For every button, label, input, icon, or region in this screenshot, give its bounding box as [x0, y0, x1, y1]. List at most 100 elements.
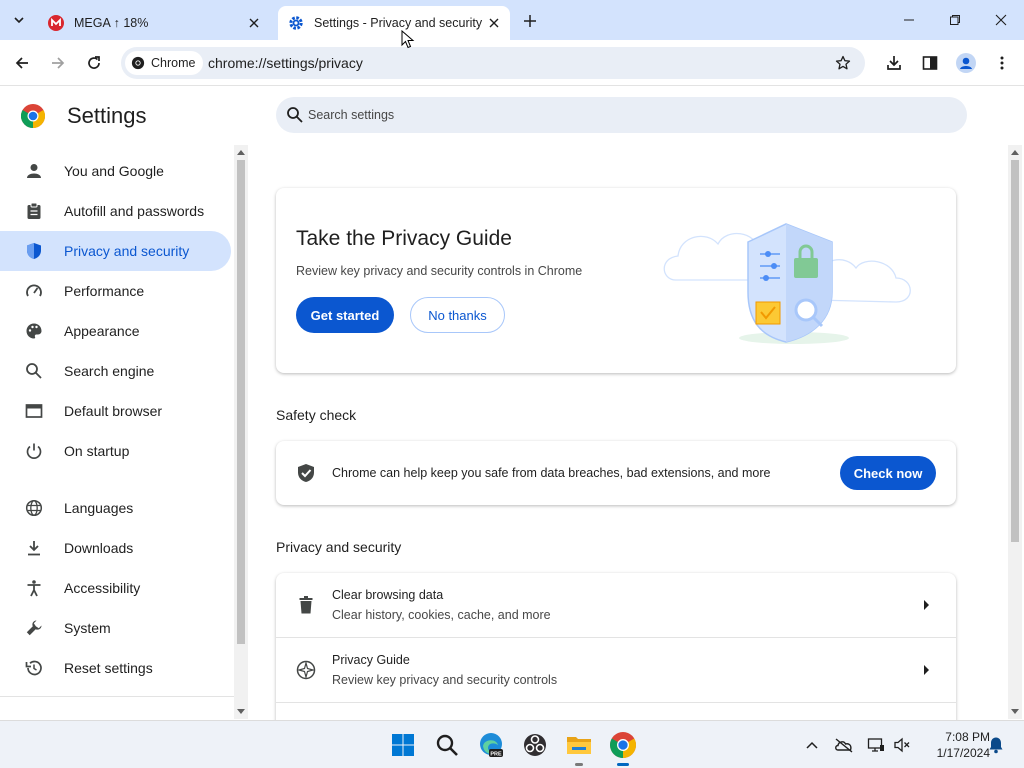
palette-icon	[24, 321, 44, 341]
address-bar[interactable]: Chrome chrome://settings/privacy	[121, 47, 865, 79]
row-subtitle: Review key privacy and security controls	[332, 673, 558, 687]
close-tab-icon[interactable]	[484, 13, 504, 33]
sidebar-item-default-browser[interactable]: Default browser	[0, 391, 231, 431]
tab-search-button[interactable]	[6, 7, 32, 33]
windows-taskbar: PRE 7:08 PM 1/17/2024	[0, 720, 1024, 768]
scroll-up-arrow-icon[interactable]	[1011, 150, 1019, 155]
taskbar-search-button[interactable]	[432, 730, 462, 760]
show-hidden-icons-button[interactable]	[802, 735, 822, 755]
running-indicator	[575, 763, 583, 766]
chrome-icon	[610, 732, 636, 758]
downloads-button[interactable]	[880, 49, 908, 77]
row-subtitle: Clear history, cookies, cache, and more	[332, 608, 551, 622]
arrow-right-icon	[924, 665, 929, 675]
sidebar-item-reset-settings[interactable]: Reset settings	[0, 648, 231, 688]
chrome-logo-icon	[21, 104, 45, 128]
sidebar-scrollbar[interactable]	[234, 145, 248, 719]
profile-button[interactable]	[952, 49, 980, 77]
forward-button[interactable]	[44, 49, 72, 77]
restore-icon	[950, 15, 960, 25]
shield-icon	[24, 241, 44, 261]
taskbar-file-explorer[interactable]	[564, 730, 594, 766]
shield-check-icon	[298, 464, 314, 482]
main-scrollbar[interactable]	[1008, 145, 1022, 719]
site-chip[interactable]: Chrome	[125, 51, 204, 75]
reload-button[interactable]	[80, 49, 108, 77]
new-tab-button[interactable]	[518, 10, 542, 32]
taskbar-obs[interactable]	[520, 730, 550, 760]
page-title: Settings	[67, 103, 147, 128]
url-text[interactable]: chrome://settings/privacy	[208, 55, 363, 71]
sidebar-item-downloads[interactable]: Downloads	[0, 528, 231, 568]
taskbar-chrome[interactable]	[608, 730, 638, 766]
sidebar-item-languages[interactable]: Languages	[0, 488, 231, 528]
sidebar-item-on-startup[interactable]: On startup	[0, 431, 231, 471]
network-icon	[867, 738, 884, 752]
back-button[interactable]	[8, 49, 36, 77]
browser-window-icon	[24, 401, 44, 421]
tray-volume[interactable]	[892, 735, 912, 755]
start-button[interactable]	[388, 730, 418, 760]
tab-settings[interactable]: Settings - Privacy and security	[278, 6, 510, 40]
tray-onedrive[interactable]	[834, 735, 854, 755]
bookmark-star-button[interactable]	[831, 51, 855, 75]
sidebar-scroll-thumb[interactable]	[237, 160, 245, 644]
reload-icon	[88, 56, 100, 69]
tab-mega[interactable]: MEGA ↑ 18%	[38, 6, 270, 40]
minimize-icon	[904, 19, 914, 21]
sidebar-item-system[interactable]: System	[0, 608, 231, 648]
restore-button[interactable]	[932, 4, 978, 36]
clipboard-icon	[24, 201, 44, 221]
sidebar-item-label: Appearance	[64, 323, 140, 339]
sidebar-item-autofill[interactable]: Autofill and passwords	[0, 191, 231, 231]
svg-text:PRE: PRE	[490, 752, 502, 758]
clock-time: 7:08 PM	[945, 730, 990, 744]
sidebar-item-appearance[interactable]: Appearance	[0, 311, 231, 351]
bell-icon	[989, 737, 1003, 754]
sidebar-item-accessibility[interactable]: Accessibility	[0, 568, 231, 608]
minimize-button[interactable]	[886, 4, 932, 36]
sidebar-item-performance[interactable]: Performance	[0, 271, 231, 311]
sidebar-item-you-and-google[interactable]: You and Google	[0, 151, 231, 191]
edge-beta-icon: PRE	[480, 733, 503, 758]
check-now-button[interactable]: Check now	[840, 456, 936, 490]
notifications-button[interactable]	[986, 735, 1006, 755]
sidebar-item-search-engine[interactable]: Search engine	[0, 351, 231, 391]
side-panel-icon	[922, 56, 938, 70]
sidebar-item-label: Downloads	[64, 540, 134, 556]
site-chip-label: Chrome	[151, 56, 196, 70]
close-window-button[interactable]	[978, 4, 1024, 36]
globe-icon	[24, 498, 44, 518]
taskbar-clock[interactable]: 7:08 PM 1/17/2024	[918, 729, 990, 761]
settings-sidebar: You and Google Autofill and passwords Pr…	[0, 148, 234, 720]
scroll-down-arrow-icon[interactable]	[1011, 709, 1019, 714]
side-panel-button[interactable]	[916, 49, 944, 77]
scroll-down-arrow-icon[interactable]	[237, 709, 245, 714]
sidebar-item-label: Accessibility	[64, 580, 141, 596]
search-input[interactable]: Search settings	[276, 97, 967, 133]
chrome-icon	[131, 56, 145, 70]
privacy-section-heading: Privacy and security	[276, 539, 402, 555]
arrow-left-icon	[15, 57, 28, 69]
compass-icon	[296, 660, 316, 680]
privacy-guide-row[interactable]: Privacy Guide Review key privacy and sec…	[276, 638, 956, 703]
wrench-icon	[24, 618, 44, 638]
privacy-guide-description: Review key privacy and security controls…	[296, 264, 583, 278]
get-started-button[interactable]: Get started	[296, 297, 394, 333]
tray-network[interactable]	[866, 735, 886, 755]
menu-button[interactable]	[988, 49, 1016, 77]
no-thanks-button[interactable]: No thanks	[410, 297, 505, 333]
main-scroll-thumb[interactable]	[1011, 160, 1019, 542]
person-icon	[24, 161, 44, 181]
clear-browsing-data-row[interactable]: Clear browsing data Clear history, cooki…	[276, 573, 956, 638]
star-icon	[835, 55, 851, 70]
close-tab-icon[interactable]	[244, 13, 264, 33]
sidebar-item-label: System	[64, 620, 111, 636]
clock-date: 1/17/2024	[936, 746, 990, 760]
privacy-guide-title: Take the Privacy Guide	[296, 227, 512, 250]
taskbar-edge-beta[interactable]: PRE	[476, 730, 506, 760]
scroll-up-arrow-icon[interactable]	[237, 150, 245, 155]
row-title: Clear browsing data	[332, 588, 444, 602]
tab-title: Settings - Privacy and security	[314, 16, 483, 30]
sidebar-item-privacy-and-security[interactable]: Privacy and security	[0, 231, 231, 271]
